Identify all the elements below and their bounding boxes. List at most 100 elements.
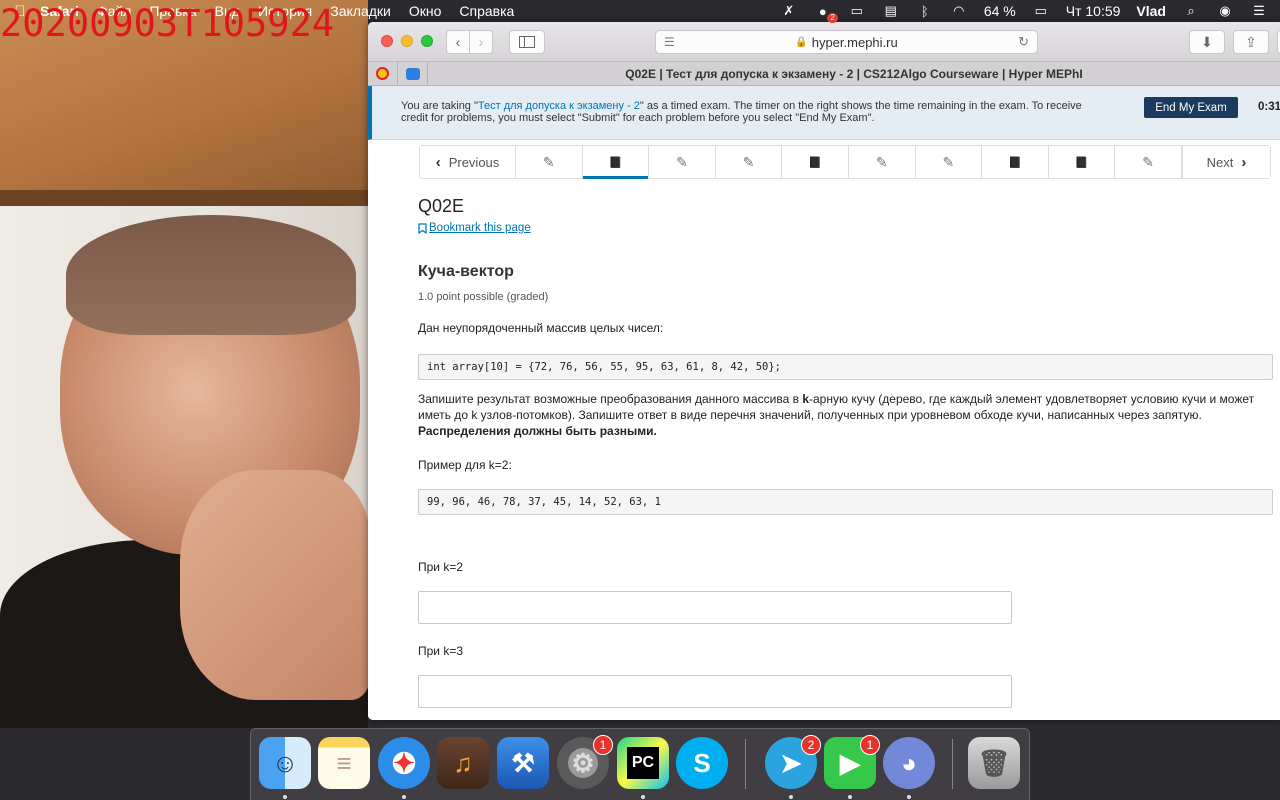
sidebar-toggle-button[interactable] xyxy=(509,30,545,54)
sequence-unit-8[interactable]: 📘 xyxy=(982,146,1049,178)
book-icon: 📘 xyxy=(1008,156,1022,169)
sequence-unit-10[interactable]: ✎ xyxy=(1115,146,1182,178)
dock-telegram-running-dot xyxy=(789,795,793,799)
address-bar[interactable]: ☰ 🔒 hyper.mephi.ru ↻ xyxy=(655,30,1038,54)
sequence-unit-5[interactable]: 📘 xyxy=(782,146,849,178)
telegram-icon: ➤ xyxy=(780,747,802,778)
menu-bookmarks[interactable]: Закладки xyxy=(330,3,391,19)
safari-toolbar: ‹ › ☰ 🔒 hyper.mephi.ru ↻ ⬇ ⇪ xyxy=(368,22,1280,62)
sequence-unit-6[interactable]: ✎ xyxy=(848,146,916,178)
previous-button[interactable]: ‹ Previous xyxy=(420,146,516,178)
dock-pycharm[interactable]: PC xyxy=(617,737,669,789)
chevron-right-icon: › xyxy=(1241,153,1247,171)
yandex-icon xyxy=(376,67,389,80)
answer-k2-input[interactable] xyxy=(418,591,1012,624)
siri-icon[interactable]: ◉ xyxy=(1216,3,1234,18)
chevron-right-icon: › xyxy=(478,34,484,50)
timed-exam-banner: You are taking "Тест для допуска к экзам… xyxy=(368,86,1280,140)
back-button[interactable]: ‹ xyxy=(446,30,470,54)
edit-icon: ✎ xyxy=(1142,153,1154,170)
fullscreen-window-button[interactable] xyxy=(421,35,433,47)
webcam-timestamp: 20200903T105924 xyxy=(0,2,335,45)
menu-help[interactable]: Справка xyxy=(459,3,514,19)
lock-icon: 🔒 xyxy=(795,36,808,48)
dock-finder-running-dot xyxy=(283,795,287,799)
example-label: Пример для k=2: xyxy=(418,458,512,472)
exam-link[interactable]: Тест для допуска к экзамену - 2 xyxy=(478,100,640,112)
reload-icon[interactable]: ↻ xyxy=(1018,34,1029,50)
battery-percent[interactable]: 64 % xyxy=(984,3,1016,19)
answer-k2-label: При k=2 xyxy=(418,560,464,574)
webcam-person-hair xyxy=(66,215,356,335)
close-window-button[interactable] xyxy=(381,35,393,47)
sequence-unit-1[interactable]: ✎ xyxy=(515,146,583,178)
notification-center-icon[interactable]: ☰ xyxy=(1250,3,1268,18)
bluetooth-icon[interactable]: ᛒ xyxy=(916,4,934,19)
webcam-person-hand xyxy=(180,470,368,700)
forward-button[interactable]: › xyxy=(469,30,493,54)
edit-icon: ✎ xyxy=(742,153,755,170)
dock-safari[interactable]: ✦ xyxy=(378,737,430,789)
menu-user[interactable]: Vlad xyxy=(1136,3,1166,19)
notification-icon[interactable]: ● 2 xyxy=(814,4,838,23)
dock: ☺ ≡ ✦ ♫ ⚒ ⚙ 1 PC S ➤ 2 ▶ 1 ◕ 🗑 xyxy=(250,728,1030,800)
menu-clock[interactable]: Чт 10:59 xyxy=(1066,3,1121,19)
task-text-k: k xyxy=(802,392,810,406)
dock-telegram-badge: 2 xyxy=(801,735,821,755)
sequence-unit-7[interactable]: ✎ xyxy=(915,146,983,178)
task-text-emphasis: Распределения должны быть разными. xyxy=(418,424,657,438)
dock-pycharm-running-dot xyxy=(641,795,645,799)
sidebar-icon xyxy=(519,36,535,48)
dock-finder[interactable]: ☺ xyxy=(259,737,311,789)
finder-icon: ☺ xyxy=(271,747,299,778)
sequence-unit-9[interactable]: 📘 xyxy=(1048,146,1116,178)
sequence-unit-2[interactable]: 📘 xyxy=(582,146,650,179)
exam-banner-prefix: You are taking " xyxy=(401,100,478,112)
dock-xcode[interactable]: ⚒ xyxy=(497,737,549,789)
menu-window[interactable]: Окно xyxy=(409,3,442,19)
array-code-block: int array[10] = {72, 76, 56, 55, 95, 63,… xyxy=(418,354,1273,380)
next-label: Next xyxy=(1206,154,1234,170)
spotlight-icon[interactable]: ⌕ xyxy=(1182,3,1200,18)
minimize-window-button[interactable] xyxy=(401,35,413,47)
battery-icon[interactable]: ▭ xyxy=(1032,3,1050,18)
dock-discord[interactable]: ◕ xyxy=(883,737,935,789)
system-preferences-icon: ⚙ xyxy=(571,747,595,778)
screen-mirror-icon[interactable]: ▭ xyxy=(848,3,866,18)
dock-skype[interactable]: S xyxy=(676,737,728,789)
skype-icon: S xyxy=(693,747,711,778)
next-button[interactable]: Next › xyxy=(1181,146,1270,178)
dock-trash[interactable]: 🗑 xyxy=(968,737,1020,789)
problem-task-text: Запишите результат возможные преобразова… xyxy=(418,391,1273,439)
pinned-tab-yandex[interactable] xyxy=(368,61,398,86)
answer-k3-input[interactable] xyxy=(418,675,1012,708)
download-icon: ⬇ xyxy=(1201,33,1213,50)
answer-k3-label: При k=3 xyxy=(418,644,464,658)
sequence-unit-4[interactable]: ✎ xyxy=(715,146,783,178)
active-tab-title[interactable]: Q02E | Тест для допуска к экзамену - 2 |… xyxy=(428,67,1280,81)
end-my-exam-button[interactable]: End My Exam xyxy=(1144,97,1238,118)
share-button[interactable]: ⇪ xyxy=(1233,30,1269,54)
share-icon: ⇪ xyxy=(1245,33,1257,50)
edit-icon: ✎ xyxy=(875,153,888,170)
address-text: hyper.mephi.ru xyxy=(811,34,898,50)
bookmark-link[interactable]: Bookmark this page xyxy=(418,222,531,234)
dock-separator-1 xyxy=(745,739,746,789)
exam-timer: 0:31: xyxy=(1258,101,1280,113)
dock-system-preferences-badge: 1 xyxy=(593,735,613,755)
dock-facetime-badge: 1 xyxy=(860,735,880,755)
dock-garageband[interactable]: ♫ xyxy=(437,737,489,789)
no-network-icon[interactable]: ✗ xyxy=(780,3,798,18)
reader-icon[interactable]: ☰ xyxy=(664,35,675,49)
dock-notes[interactable]: ≡ xyxy=(318,737,370,789)
downloads-button[interactable]: ⬇ xyxy=(1189,30,1225,54)
us-flag-icon[interactable]: ▤ xyxy=(882,3,900,18)
exam-banner-message: You are taking "Тест для допуска к экзам… xyxy=(401,100,1101,124)
pinned-tab-chat[interactable] xyxy=(398,61,428,86)
notification-badge: 2 xyxy=(827,13,838,23)
book-icon: 📘 xyxy=(608,156,623,169)
wifi-icon[interactable]: ◠ xyxy=(950,3,968,18)
chat-icon xyxy=(405,67,420,80)
sequence-unit-3[interactable]: ✎ xyxy=(649,146,716,178)
facetime-icon: ▶ xyxy=(840,747,860,778)
